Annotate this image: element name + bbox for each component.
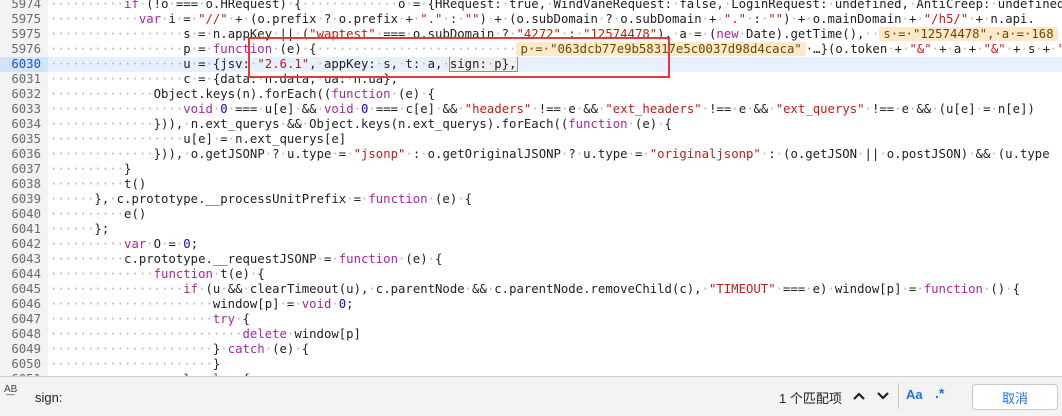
- match-case-toggle[interactable]: Aa: [906, 387, 923, 402]
- code-text: ··········t(): [50, 177, 147, 191]
- code-text: ······················}·catch·(e)·{: [50, 342, 310, 356]
- line-number[interactable]: 6044: [0, 267, 48, 282]
- line-number[interactable]: 5976: [0, 42, 48, 57]
- code-line[interactable]: 6047 ······················try·{: [0, 312, 1062, 327]
- code-line[interactable]: 6050 ······················}: [0, 357, 1062, 372]
- chevron-down-icon: [877, 392, 889, 400]
- search-scope-icon[interactable]: A͟B: [4, 385, 24, 407]
- line-number[interactable]: 6037: [0, 162, 48, 177]
- line-number[interactable]: 6045: [0, 282, 48, 297]
- code-text: ··················p·=·function·(e)·{····…: [50, 42, 1062, 56]
- cancel-button[interactable]: 取消: [972, 384, 1058, 410]
- line-number[interactable]: 6034: [0, 117, 48, 132]
- code-text: ··················s·=·n.appKey·||·("wapt…: [50, 27, 1062, 42]
- match-count: 1 个匹配项: [779, 391, 842, 406]
- code-editor[interactable]: 5974 ··········if·(!o·===·o.HRequest)·{··…: [0, 0, 1062, 376]
- code-line[interactable]: 6042 ··········var·O·=·0;: [0, 237, 1062, 252]
- code-text: ··················c·=·{data:·n.data,·ua:…: [50, 72, 398, 86]
- line-number[interactable]: 6050: [0, 357, 48, 372]
- code-line[interactable]: 6034 ··············})),·n.ext_querys·&&·O…: [0, 117, 1062, 132]
- line-number[interactable]: 6047: [0, 312, 48, 327]
- code-text: ············var·i·=·"//"·+·(o.prefix·?·o…: [50, 12, 1035, 26]
- code-line[interactable]: 6038 ··········t(): [0, 177, 1062, 192]
- code-text: ··························delete·window[…: [50, 327, 361, 341]
- code-line[interactable]: 6032 ··············Object.keys(n).forEach…: [0, 87, 1062, 102]
- code-text: ··········var·O·=·0;: [50, 237, 199, 251]
- line-number[interactable]: 6041: [0, 222, 48, 237]
- code-text: ······················window[p]·=·void·0…: [50, 297, 354, 311]
- search-match-highlight: sign:·p},: [448, 57, 518, 72]
- code-text: ··········if·(!o·===·o.HRequest)·{······…: [50, 0, 1062, 11]
- line-number[interactable]: 6049: [0, 342, 48, 357]
- code-line[interactable]: 5975 ············var·i·=·"//"·+·(o.prefix…: [0, 12, 1062, 27]
- next-match-button[interactable]: [873, 385, 893, 407]
- line-number[interactable]: 6031: [0, 72, 48, 87]
- chevron-up-icon: [853, 392, 865, 400]
- code-text: ··········}: [50, 162, 132, 176]
- code-line[interactable]: 6037 ··········}: [0, 162, 1062, 177]
- code-text: ······················try·{: [50, 312, 250, 326]
- code-text: ··············Object.keys(n).forEach((fu…: [50, 87, 436, 101]
- line-number[interactable]: 6043: [0, 252, 48, 267]
- line-number[interactable]: 6040: [0, 207, 48, 222]
- code-text: ··················u[e]·=·n.ext_querys[e]: [50, 132, 347, 146]
- line-number[interactable]: 6036: [0, 147, 48, 162]
- code-text: ··············})),·n.ext_querys·&&·Objec…: [50, 117, 672, 131]
- search-input[interactable]: [31, 384, 91, 410]
- code-line[interactable]: 6033 ··················void·0·===·u[e]·&&…: [0, 102, 1062, 117]
- code-line[interactable]: 6036 ··············})),·o.getJSONP·?·u.ty…: [0, 147, 1062, 162]
- line-number[interactable]: 6048: [0, 327, 48, 342]
- code-line[interactable]: 6041 ······};: [0, 222, 1062, 237]
- code-line[interactable]: 6035 ··················u[e]·=·n.ext_query…: [0, 132, 1062, 147]
- code-line[interactable]: 6031 ··················c·=·{data:·n.data,…: [0, 72, 1062, 87]
- code-line[interactable]: 6030 ··················u·=·{jsv:·"2.6.1",…: [0, 57, 1062, 72]
- code-line[interactable]: 6045 ··················if·(u·&&·clearTime…: [0, 282, 1062, 297]
- code-text: ······};: [50, 222, 110, 236]
- line-number[interactable]: 5974: [0, 0, 48, 12]
- code-text: ······················}: [50, 357, 221, 371]
- code-line[interactable]: 5974 ··········if·(!o·===·o.HRequest)·{··…: [0, 0, 1062, 12]
- code-text: ··············function·t(e)·{: [50, 267, 265, 281]
- code-line[interactable]: 6049 ······················}·catch·(e)·{: [0, 342, 1062, 357]
- code-line[interactable]: 5976 ··················p·=·function·(e)·{…: [0, 42, 1062, 57]
- line-number[interactable]: 6039: [0, 192, 48, 207]
- inline-value-hint: s·=·"12574478",·a·=·168: [879, 27, 1058, 41]
- code-text: ··················if·(u·&&·clearTimeout(…: [50, 282, 1020, 296]
- code-text: ··············})),·o.getJSONP·?·u.type·=…: [50, 147, 1050, 161]
- code-line[interactable]: 6043 ··········c.prototype.__requestJSONP…: [0, 252, 1062, 267]
- line-number[interactable]: 6038: [0, 177, 48, 192]
- line-number[interactable]: 6042: [0, 237, 48, 252]
- line-number[interactable]: 6046: [0, 297, 48, 312]
- line-number[interactable]: 6033: [0, 102, 48, 117]
- code-line[interactable]: 6039 ······},·c.prototype.__processUnitPr…: [0, 192, 1062, 207]
- search-bar: A͟B 1 个匹配项 Aa .* 取消: [0, 376, 1062, 416]
- previous-match-button[interactable]: [849, 385, 869, 407]
- inline-value-hint: p·=·"063dcb77e9b58317e5c0037d98d4caca": [516, 42, 806, 56]
- code-line[interactable]: 6044 ··············function·t(e)·{: [0, 267, 1062, 282]
- line-number[interactable]: 6030: [0, 57, 48, 72]
- code-line[interactable]: 5975 ··················s·=·n.appKey·||·("…: [0, 27, 1062, 42]
- line-number[interactable]: 6035: [0, 132, 48, 147]
- code-text: ··········e(): [50, 207, 147, 221]
- line-number[interactable]: 5975: [0, 27, 48, 42]
- regex-toggle[interactable]: .*: [935, 385, 944, 401]
- code-line[interactable]: 6040 ··········e(): [0, 207, 1062, 222]
- code-text: ··················void·0·===·u[e]·&&·voi…: [50, 102, 1035, 116]
- code-line[interactable]: 6048 ··························delete·win…: [0, 327, 1062, 342]
- code-text: ··········c.prototype.__requestJSONP·=·f…: [50, 252, 443, 266]
- code-line[interactable]: 6046 ······················window[p]·=·vo…: [0, 297, 1062, 312]
- code-text: ··················u·=·{jsv:·"2.6.1",·app…: [50, 57, 518, 72]
- toolbar-divider: [898, 383, 899, 409]
- code-text: ······},·c.prototype.__processUnitPrefix…: [50, 192, 473, 206]
- line-number[interactable]: 5975: [0, 12, 48, 27]
- line-number[interactable]: 6032: [0, 87, 48, 102]
